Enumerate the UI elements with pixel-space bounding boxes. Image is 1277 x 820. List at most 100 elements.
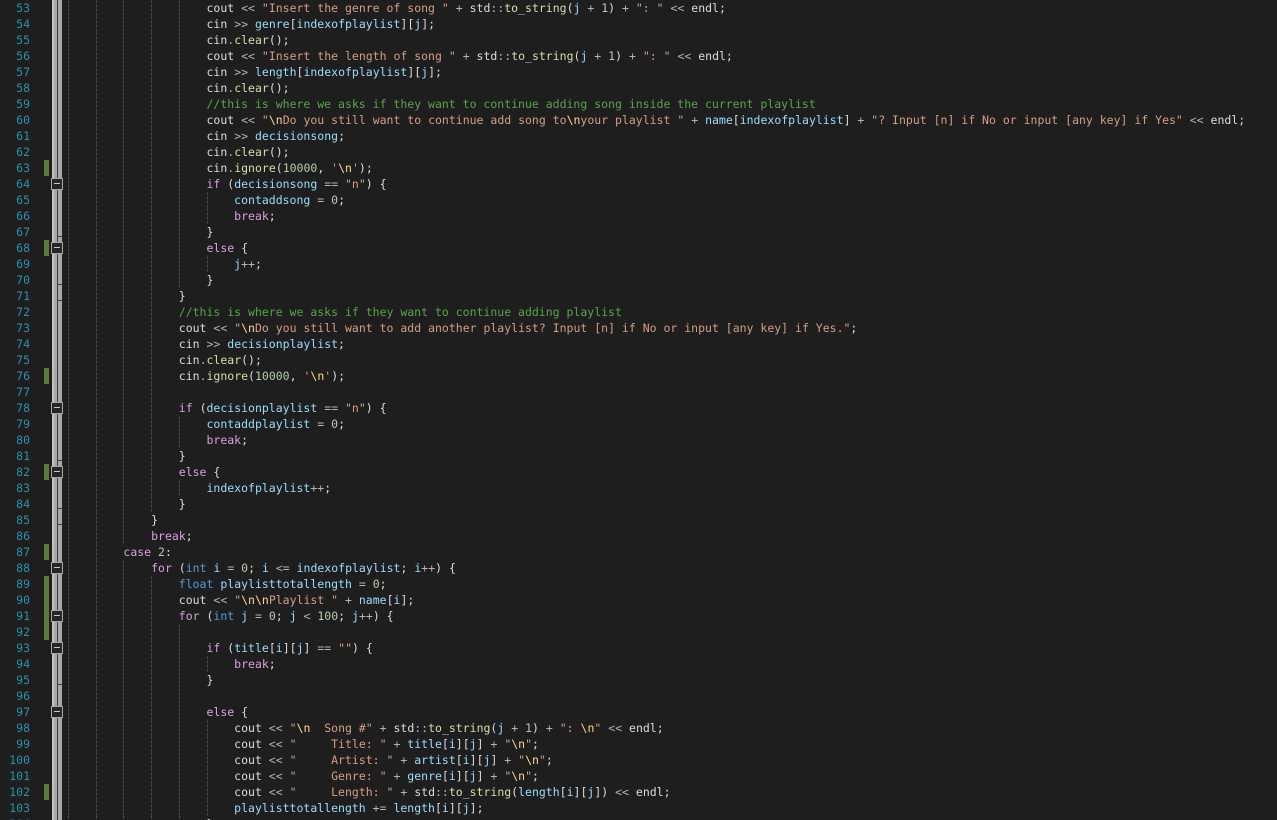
line-number[interactable]: 64 bbox=[0, 176, 30, 192]
line-number[interactable]: 89 bbox=[0, 576, 30, 592]
code-line[interactable]: } bbox=[68, 224, 213, 240]
line-number[interactable]: 54 bbox=[0, 16, 30, 32]
line-number[interactable]: 91 bbox=[0, 608, 30, 624]
code-line[interactable]: if (decisionsong == "n") { bbox=[68, 176, 387, 192]
code-line[interactable]: else { bbox=[68, 464, 220, 480]
code-line[interactable]: cin.clear(); bbox=[68, 352, 262, 368]
code-line[interactable]: cout << "\nDo you still want to continue… bbox=[68, 112, 1245, 128]
line-number[interactable]: 61 bbox=[0, 128, 30, 144]
code-line[interactable]: cin.ignore(10000, '\n'); bbox=[68, 160, 373, 176]
code-line[interactable]: case 2: bbox=[68, 544, 172, 560]
code-line[interactable]: contaddplaylist = 0; bbox=[68, 416, 345, 432]
code-line[interactable]: indexofplaylist++; bbox=[68, 480, 331, 496]
code-line[interactable]: else { bbox=[68, 704, 248, 720]
line-number[interactable]: 70 bbox=[0, 272, 30, 288]
line-number[interactable]: 57 bbox=[0, 64, 30, 80]
line-number[interactable]: 75 bbox=[0, 352, 30, 368]
code-line[interactable]: float playlisttotallength = 0; bbox=[68, 576, 387, 592]
line-number[interactable]: 90 bbox=[0, 592, 30, 608]
line-number[interactable]: 92 bbox=[0, 624, 30, 640]
code-line[interactable]: cin >> length[indexofplaylist][j]; bbox=[68, 64, 442, 80]
code-line[interactable]: cout << " Title: " + title[i][j] + "\n"; bbox=[68, 736, 539, 752]
line-number[interactable]: 101 bbox=[0, 768, 30, 784]
fold-collapse-icon[interactable] bbox=[51, 562, 63, 574]
line-number[interactable]: 82 bbox=[0, 464, 30, 480]
code-line[interactable]: cin.clear(); bbox=[68, 80, 290, 96]
line-number[interactable]: 56 bbox=[0, 48, 30, 64]
code-line[interactable]: cin.ignore(10000, '\n'); bbox=[68, 368, 345, 384]
code-line[interactable]: cout << "Insert the genre of song " + st… bbox=[68, 0, 726, 16]
code-line[interactable]: cout << "\nDo you still want to add anot… bbox=[68, 320, 857, 336]
line-number[interactable]: 83 bbox=[0, 480, 30, 496]
line-number[interactable]: 68 bbox=[0, 240, 30, 256]
line-number[interactable]: 103 bbox=[0, 800, 30, 816]
line-number[interactable]: 94 bbox=[0, 656, 30, 672]
code-line[interactable]: cout << "\n Song #" + std::to_string(j +… bbox=[68, 720, 664, 736]
line-number[interactable]: 102 bbox=[0, 784, 30, 800]
line-number[interactable]: 96 bbox=[0, 688, 30, 704]
line-number[interactable]: 98 bbox=[0, 720, 30, 736]
line-number[interactable]: 66 bbox=[0, 208, 30, 224]
code-line[interactable]: cout << "Insert the length of song " + s… bbox=[68, 48, 733, 64]
code-line[interactable]: if (title[i][j] == "") { bbox=[68, 640, 373, 656]
line-number[interactable]: 86 bbox=[0, 528, 30, 544]
code-line[interactable] bbox=[68, 688, 206, 704]
code-line[interactable]: else { bbox=[68, 240, 248, 256]
code-line[interactable]: } bbox=[68, 512, 158, 528]
line-number[interactable]: 76 bbox=[0, 368, 30, 384]
code-line[interactable]: cin >> genre[indexofplaylist][j]; bbox=[68, 16, 435, 32]
fold-collapse-icon[interactable] bbox=[51, 706, 63, 718]
line-number[interactable]: 59 bbox=[0, 96, 30, 112]
code-line[interactable]: } bbox=[68, 496, 186, 512]
line-number[interactable]: 72 bbox=[0, 304, 30, 320]
code-line[interactable]: } bbox=[68, 672, 213, 688]
code-line[interactable]: } bbox=[68, 448, 186, 464]
fold-collapse-icon[interactable] bbox=[51, 242, 63, 254]
line-number[interactable]: 55 bbox=[0, 32, 30, 48]
line-number[interactable]: 65 bbox=[0, 192, 30, 208]
line-number[interactable]: 58 bbox=[0, 80, 30, 96]
line-number[interactable]: 97 bbox=[0, 704, 30, 720]
code-line[interactable]: //this is where we asks if they want to … bbox=[68, 96, 816, 112]
line-number[interactable]: 63 bbox=[0, 160, 30, 176]
line-number[interactable]: 81 bbox=[0, 448, 30, 464]
line-number[interactable]: 84 bbox=[0, 496, 30, 512]
code-line[interactable]: break; bbox=[68, 528, 193, 544]
line-number[interactable]: 67 bbox=[0, 224, 30, 240]
code-line[interactable]: for (int i = 0; i <= indexofplaylist; i+… bbox=[68, 560, 456, 576]
code-line[interactable]: } bbox=[68, 272, 213, 288]
line-number[interactable]: 73 bbox=[0, 320, 30, 336]
line-number[interactable]: 87 bbox=[0, 544, 30, 560]
code-line[interactable]: playlisttotallength += length[i][j]; bbox=[68, 800, 484, 816]
fold-collapse-icon[interactable] bbox=[51, 642, 63, 654]
line-number[interactable]: 77 bbox=[0, 384, 30, 400]
code-line[interactable]: break; bbox=[68, 656, 276, 672]
code-line[interactable]: //this is where we asks if they want to … bbox=[68, 304, 622, 320]
code-line[interactable] bbox=[68, 624, 206, 640]
code-line[interactable]: cin >> decisionsong; bbox=[68, 128, 345, 144]
code-line[interactable]: j++; bbox=[68, 256, 262, 272]
line-number[interactable]: 99 bbox=[0, 736, 30, 752]
code-line[interactable]: cin.clear(); bbox=[68, 32, 290, 48]
code-line[interactable]: cout << " Length: " + std::to_string(len… bbox=[68, 784, 671, 800]
code-line[interactable]: cout << "\n\nPlaylist " + name[i]; bbox=[68, 592, 414, 608]
code-line[interactable]: } bbox=[68, 288, 186, 304]
fold-collapse-icon[interactable] bbox=[51, 402, 63, 414]
line-number[interactable]: 93 bbox=[0, 640, 30, 656]
fold-collapse-icon[interactable] bbox=[51, 178, 63, 190]
code-line[interactable]: for (int j = 0; j < 100; j++) { bbox=[68, 608, 394, 624]
line-number[interactable]: 88 bbox=[0, 560, 30, 576]
line-number[interactable]: 95 bbox=[0, 672, 30, 688]
line-number[interactable]: 78 bbox=[0, 400, 30, 416]
line-number[interactable]: 104 bbox=[0, 816, 30, 820]
line-number[interactable]: 60 bbox=[0, 112, 30, 128]
fold-collapse-icon[interactable] bbox=[51, 610, 63, 622]
code-line[interactable]: contaddsong = 0; bbox=[68, 192, 345, 208]
code-line[interactable]: cin.clear(); bbox=[68, 144, 290, 160]
code-line[interactable]: break; bbox=[68, 432, 248, 448]
code-line[interactable] bbox=[68, 384, 179, 400]
code-line[interactable]: cout << " Artist: " + artist[i][j] + "\n… bbox=[68, 752, 553, 768]
line-number[interactable]: 79 bbox=[0, 416, 30, 432]
fold-collapse-icon[interactable] bbox=[51, 466, 63, 478]
code-line[interactable]: cin >> decisionplaylist; bbox=[68, 336, 345, 352]
